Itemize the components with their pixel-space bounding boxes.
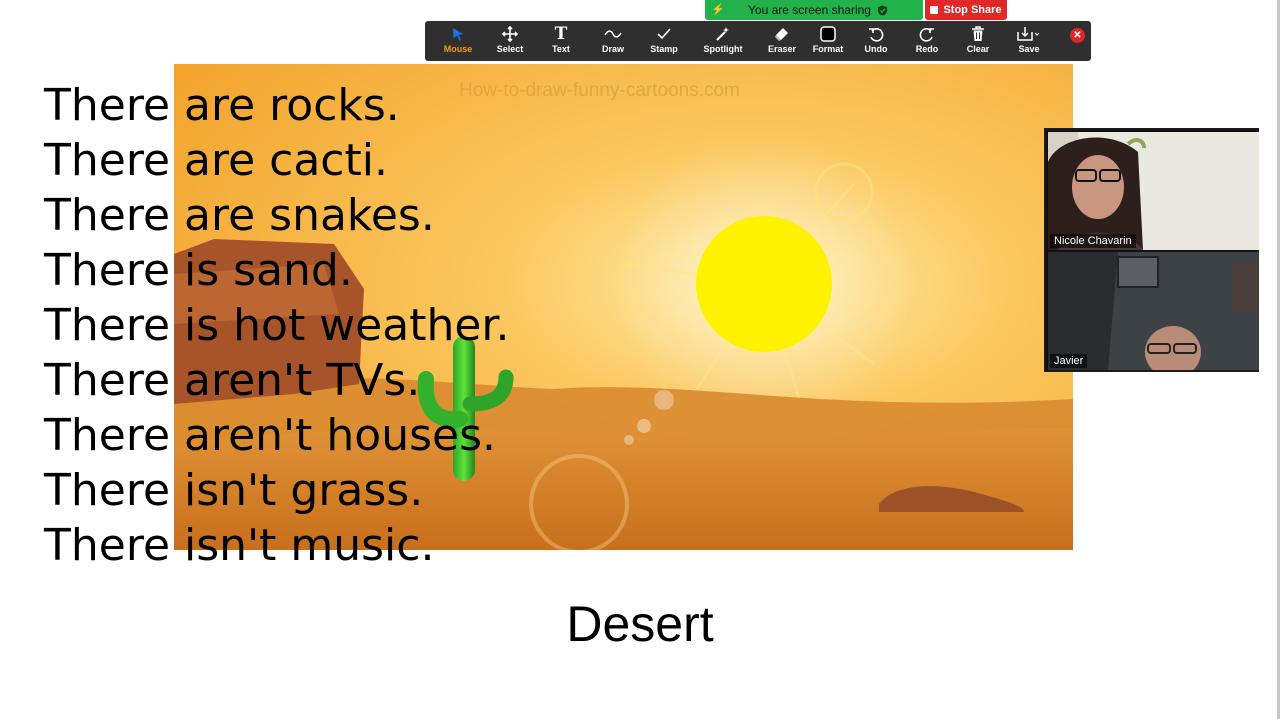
sentence-line: There isn't grass. [44, 465, 424, 516]
signal-icon: ⚡ [711, 4, 725, 16]
close-icon[interactable]: ✕ [1070, 28, 1085, 43]
sentence-line: There aren't houses. [44, 410, 496, 461]
undo-icon [850, 24, 902, 44]
shield-check-icon [877, 4, 888, 16]
format-square-icon [802, 24, 854, 44]
redo-icon [901, 24, 953, 44]
stop-icon [930, 6, 939, 14]
sentence-line: There aren't TVs. [44, 355, 421, 406]
stop-share-label: Stop Share [943, 4, 1002, 16]
participant-video [1048, 252, 1259, 370]
tool-stamp[interactable]: Stamp [638, 24, 690, 58]
sentence-list: There are rocks. There are cacti. There … [44, 78, 509, 573]
sentence-line: There isn't music. [44, 520, 435, 571]
eraser-icon [756, 24, 808, 44]
tool-text[interactable]: T Text [535, 24, 587, 58]
screen-sharing-label: You are screen sharing [748, 3, 871, 17]
stop-share-button[interactable]: Stop Share [925, 0, 1007, 20]
tool-eraser[interactable]: Eraser [756, 24, 808, 58]
participant-video-tile[interactable]: Javier [1048, 252, 1259, 370]
move-arrows-icon [484, 24, 536, 44]
sun [696, 216, 832, 352]
tool-redo[interactable]: Redo [901, 24, 953, 58]
participant-video-tile[interactable]: Nicole Chavarin [1048, 132, 1259, 250]
trash-icon [952, 24, 1004, 44]
tool-draw[interactable]: Draw [587, 24, 639, 58]
sentence-line: There is sand. [44, 245, 353, 296]
screen-sharing-banner: ⚡ You are screen sharing [705, 0, 923, 20]
tool-mouse[interactable]: Mouse [432, 24, 484, 58]
tool-clear[interactable]: Clear [952, 24, 1004, 58]
participant-video [1048, 132, 1259, 250]
sentence-line: There are cacti. [44, 135, 388, 186]
tool-undo[interactable]: Undo [850, 24, 902, 58]
squiggle-icon [587, 24, 639, 44]
tool-spotlight[interactable]: Spotlight [697, 24, 749, 58]
mouse-pointer-icon [432, 24, 484, 44]
tool-save[interactable]: Save [1003, 24, 1055, 58]
annotation-toolbar: Mouse Select T Text Draw Stamp Spotlight… [425, 21, 1091, 61]
tool-format[interactable]: Format [802, 24, 854, 58]
sentence-line: There is hot weather. [44, 300, 510, 351]
slide-title: Desert [566, 596, 714, 652]
text-t-icon: T [554, 24, 568, 44]
sentence-line: There are snakes. [44, 190, 435, 241]
participant-name: Javier [1050, 354, 1088, 368]
checkmark-icon [638, 24, 690, 44]
video-panel[interactable]: Nicole Chavarin Javier [1044, 128, 1259, 372]
tool-select[interactable]: Select [484, 24, 536, 58]
participant-name: Nicole Chavarin [1050, 234, 1136, 248]
sentence-line: There are rocks. [44, 80, 400, 131]
magic-wand-icon [697, 24, 749, 44]
save-download-icon [1003, 24, 1055, 44]
